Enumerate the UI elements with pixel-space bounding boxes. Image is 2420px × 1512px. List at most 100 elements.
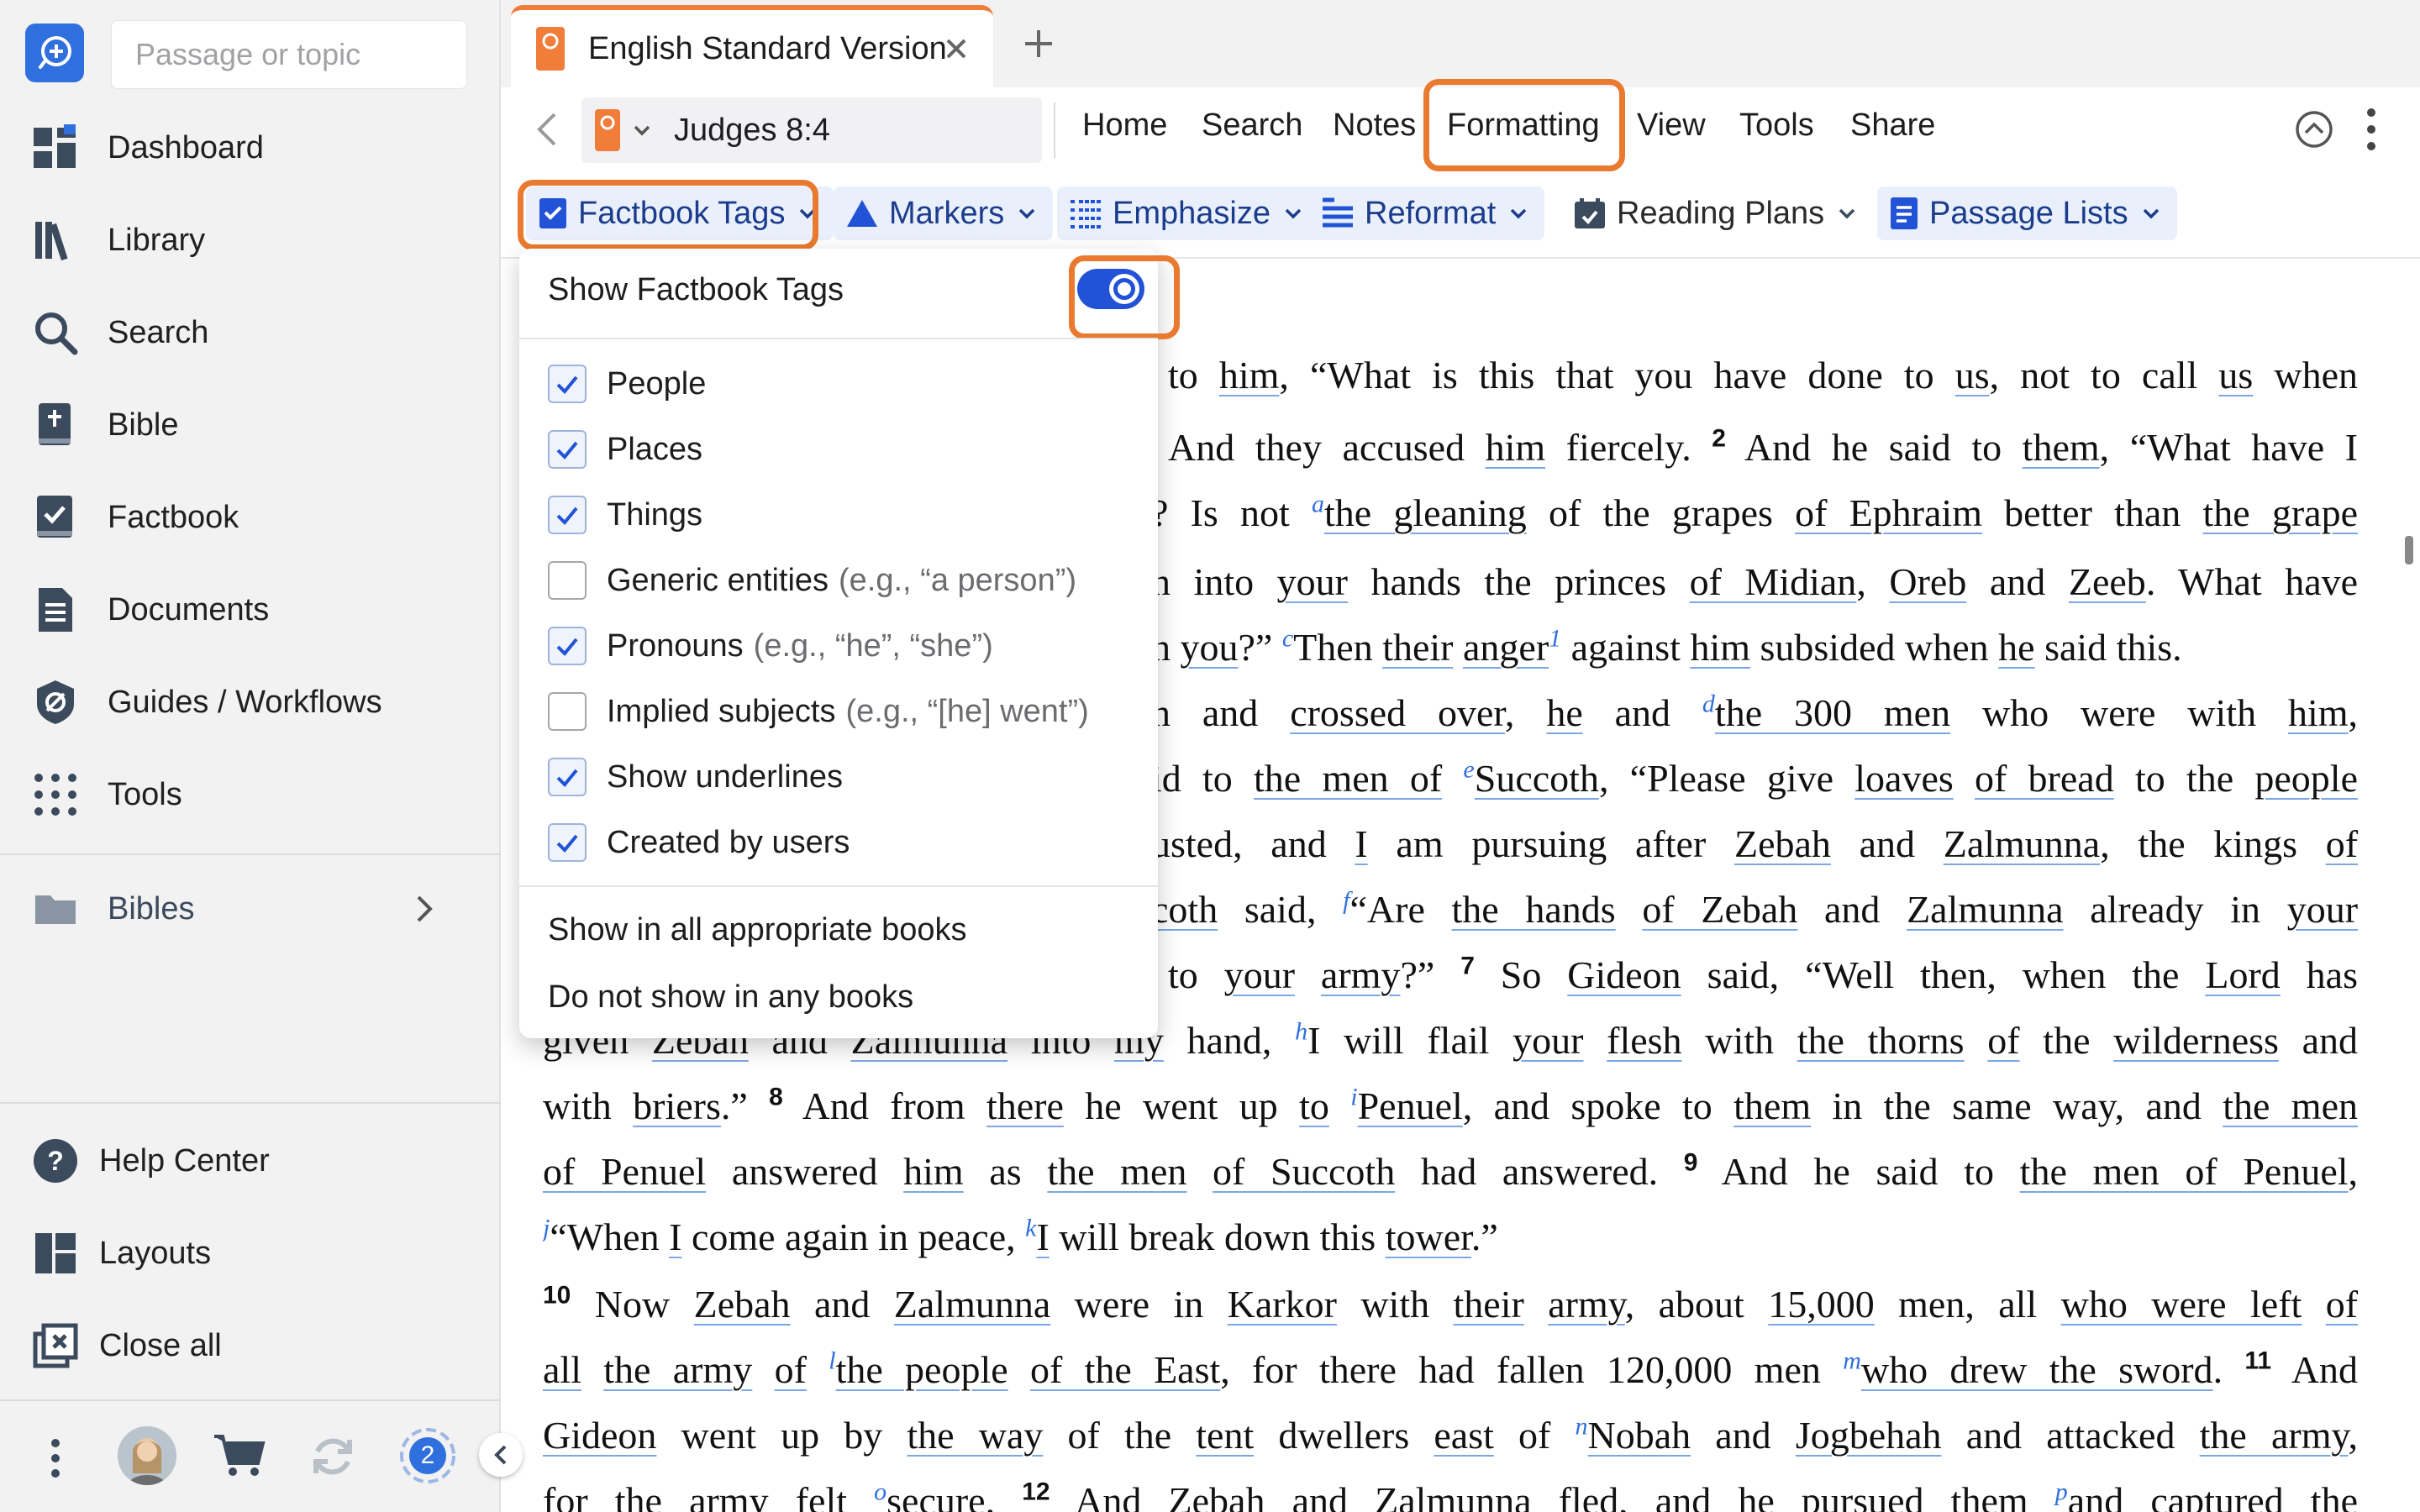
sidebar-item-label: Close all bbox=[99, 1327, 222, 1363]
markers-button[interactable]: Markers bbox=[834, 186, 1054, 240]
passage-search-input[interactable] bbox=[112, 21, 466, 88]
checkbox-checked[interactable] bbox=[548, 365, 587, 403]
option-created-by-users[interactable]: Created by users bbox=[519, 810, 1158, 875]
sidebar-item-bible[interactable]: Bible bbox=[30, 391, 467, 459]
scrollbar[interactable] bbox=[2405, 267, 2415, 1502]
svg-text:?: ? bbox=[47, 1146, 64, 1176]
sidebar-item-label: Layouts bbox=[99, 1235, 212, 1271]
sidebar-item-layouts[interactable]: Layouts bbox=[30, 1220, 467, 1287]
factbook-tags-popup: Show Factbook Tags People Places Things bbox=[519, 249, 1180, 1038]
sidebar-item-close-all[interactable]: Close all bbox=[30, 1312, 467, 1379]
sidebar-item-library[interactable]: Library bbox=[30, 207, 467, 274]
reference-box[interactable]: Judges 8:4 bbox=[581, 97, 1042, 163]
more-vertical-icon[interactable] bbox=[2365, 106, 2381, 153]
search-icon bbox=[30, 307, 81, 358]
option-things[interactable]: Things bbox=[519, 482, 1158, 548]
menu-home[interactable]: Home bbox=[1082, 108, 1167, 144]
esv-book-icon[interactable] bbox=[595, 109, 620, 151]
checkbox-checked[interactable] bbox=[548, 430, 587, 469]
popup-divider bbox=[519, 885, 1158, 887]
tool-label: Emphasize bbox=[1113, 195, 1270, 231]
passage-search-box[interactable] bbox=[111, 20, 467, 89]
more-vertical-icon[interactable] bbox=[37, 1438, 74, 1478]
show-factbook-tags-toggle[interactable] bbox=[1077, 269, 1144, 309]
app-logo-icon[interactable] bbox=[25, 24, 84, 82]
chevron-down-icon bbox=[1018, 208, 1035, 219]
sidebar-item-label: Bibles bbox=[108, 890, 195, 927]
scroll-thumb[interactable] bbox=[2405, 536, 2413, 564]
sidebar-item-label: Bible bbox=[108, 407, 179, 443]
cart-icon[interactable] bbox=[210, 1430, 269, 1480]
menu-search[interactable]: Search bbox=[1202, 108, 1302, 144]
checkbox-unchecked[interactable] bbox=[548, 561, 587, 600]
close-all-icon bbox=[30, 1320, 81, 1371]
sidebar-item-factbook[interactable]: Factbook bbox=[30, 484, 467, 551]
tab-esv[interactable]: English Standard Version bbox=[511, 5, 993, 87]
option-generic-entities[interactable]: Generic entities (e.g., “a person”) bbox=[519, 548, 1158, 613]
reformat-button[interactable]: Reformat bbox=[1309, 186, 1545, 240]
avatar[interactable] bbox=[118, 1426, 176, 1485]
divider bbox=[1054, 102, 1055, 158]
factbook-icon bbox=[30, 492, 81, 543]
sidebar-item-label: Library bbox=[108, 222, 206, 258]
sidebar-item-search[interactable]: Search bbox=[30, 299, 467, 366]
option-people[interactable]: People bbox=[519, 351, 1158, 417]
emphasize-button[interactable]: Emphasize bbox=[1057, 186, 1319, 240]
option-label: Show underlines bbox=[607, 759, 843, 795]
sidebar-item-label: Search bbox=[108, 314, 209, 350]
close-icon[interactable] bbox=[939, 32, 973, 66]
sidebar-item-help-center[interactable]: ? Help Center bbox=[30, 1127, 467, 1194]
sidebar-item-guides[interactable]: Guides / Workflows bbox=[30, 669, 467, 736]
reference-text[interactable]: Judges 8:4 bbox=[674, 113, 830, 149]
back-button[interactable] bbox=[526, 108, 570, 151]
option-show-underlines[interactable]: Show underlines bbox=[519, 744, 1158, 810]
menu-share[interactable]: Share bbox=[1850, 108, 1935, 144]
menu-tools[interactable]: Tools bbox=[1739, 108, 1814, 144]
sync-icon[interactable] bbox=[306, 1430, 360, 1483]
option-hint: (e.g., “[he] went”) bbox=[845, 693, 1089, 729]
esv-book-icon bbox=[536, 27, 565, 71]
verse-line: coth said, f“Are the hands of Zebah and … bbox=[1151, 886, 2359, 931]
sidebar-item-bibles-folder[interactable]: Bibles bbox=[30, 875, 467, 942]
option-label: People bbox=[607, 365, 707, 402]
checkbox-checked[interactable] bbox=[548, 627, 587, 665]
notifications-badge[interactable]: 2 bbox=[398, 1426, 457, 1485]
checkbox-unchecked[interactable] bbox=[548, 692, 587, 731]
verse-line: id to the men of eSuccoth, “Please give … bbox=[1151, 755, 2358, 800]
option-hint: (e.g., “a person”) bbox=[839, 562, 1077, 598]
option-implied-subjects[interactable]: Implied subjects (e.g., “[he] went”) bbox=[519, 679, 1158, 744]
chevron-down-icon[interactable] bbox=[630, 118, 654, 142]
main-panel: English Standard Version Judges 8:4 Home… bbox=[501, 0, 2420, 1512]
option-places[interactable]: Places bbox=[519, 417, 1158, 482]
add-tab-button[interactable] bbox=[1015, 20, 1062, 67]
sidebar-item-dashboard[interactable]: Dashboard bbox=[30, 114, 467, 181]
collapse-up-icon[interactable] bbox=[2294, 109, 2334, 150]
checkbox-checked[interactable] bbox=[548, 823, 587, 862]
checkbox-checked[interactable] bbox=[548, 758, 587, 796]
verse-line: And they accused him fiercely. 2 And he … bbox=[1168, 424, 2358, 469]
passage-list-icon bbox=[1891, 197, 1918, 229]
sidebar-item-tools[interactable]: Tools bbox=[30, 761, 467, 828]
show-in-all-books-link[interactable]: Show in all appropriate books bbox=[548, 912, 967, 948]
chevron-down-icon bbox=[1511, 208, 1527, 219]
help-icon: ? bbox=[30, 1136, 81, 1186]
chevron-left-icon bbox=[494, 1445, 507, 1465]
sidebar-item-documents[interactable]: Documents bbox=[30, 576, 467, 643]
menu-view[interactable]: View bbox=[1637, 108, 1706, 144]
library-icon bbox=[30, 215, 81, 265]
option-label: Things bbox=[607, 496, 703, 533]
guides-icon bbox=[30, 677, 81, 727]
sidebar-divider bbox=[0, 853, 501, 855]
sidebar-item-label: Tools bbox=[108, 776, 182, 812]
factbook-tags-button[interactable]: Factbook Tags bbox=[526, 186, 834, 240]
menu-notes[interactable]: Notes bbox=[1333, 108, 1416, 144]
passage-lists-button[interactable]: Passage Lists bbox=[1877, 186, 2177, 240]
do-not-show-link[interactable]: Do not show in any books bbox=[548, 979, 913, 1016]
collapse-sidebar-button[interactable] bbox=[479, 1433, 523, 1477]
menu-formatting[interactable]: Formatting bbox=[1447, 108, 1600, 144]
option-pronouns[interactable]: Pronouns (e.g., “he”, “she”) bbox=[519, 613, 1158, 679]
reading-plans-button[interactable]: Reading Plans bbox=[1561, 186, 1873, 240]
checkbox-checked[interactable] bbox=[548, 496, 587, 534]
verse-line: ? Is not athe gleaning of the grapes of … bbox=[1151, 490, 2358, 534]
chevron-down-icon bbox=[2143, 208, 2159, 219]
